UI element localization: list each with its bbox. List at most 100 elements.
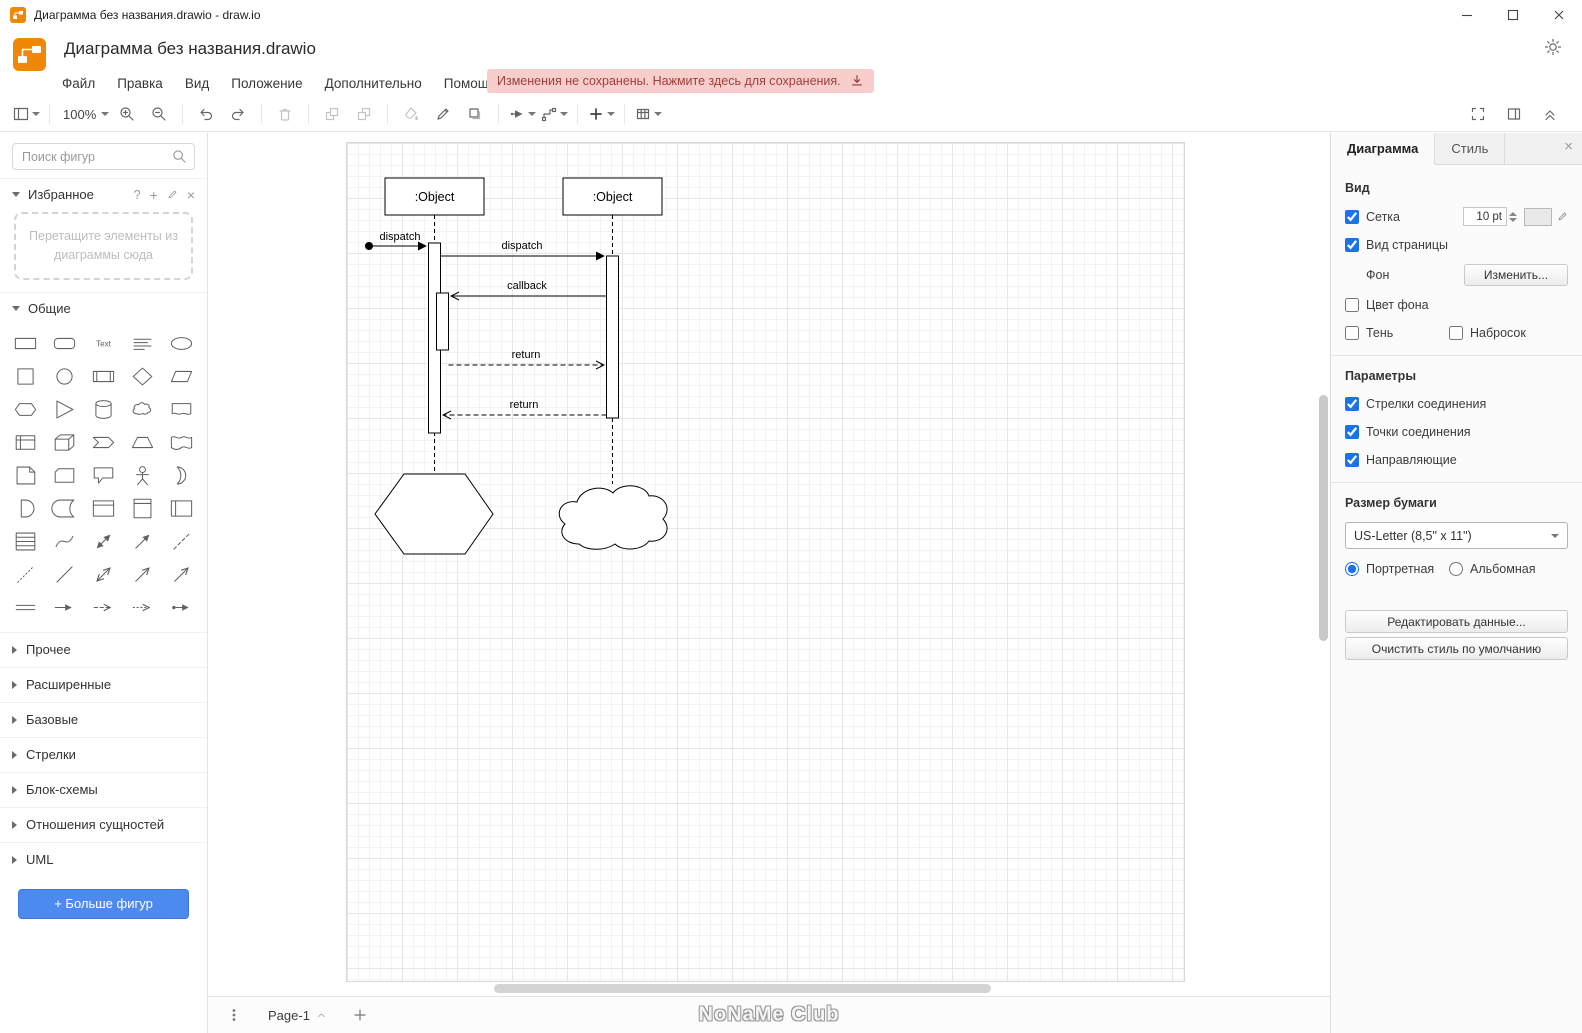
grid-size-input[interactable]: 10 pt (1463, 207, 1507, 226)
background-color-checkbox[interactable] (1345, 298, 1359, 312)
edit-pencil-icon[interactable] (1557, 211, 1568, 222)
general-section-header[interactable]: Общие (0, 291, 207, 324)
shape-cylinder[interactable] (84, 393, 123, 426)
shape-rectangle[interactable] (6, 327, 45, 360)
shape-bidirectional-connector[interactable] (84, 558, 123, 591)
favorites-drop-area[interactable]: Перетащите элементы из диаграммы сюда (14, 212, 193, 280)
sidebar-section-2[interactable]: Базовые (0, 701, 207, 737)
grid-checkbox[interactable] (1345, 209, 1359, 224)
shape-rounded-rectangle[interactable] (45, 327, 84, 360)
activation-bar-nested[interactable] (436, 292, 449, 351)
shape-actor[interactable] (123, 459, 162, 492)
shape-dotted-line[interactable] (6, 558, 45, 591)
shape-bidirectional-arrow[interactable] (84, 525, 123, 558)
shape-cube[interactable] (45, 426, 84, 459)
edit-pencil-icon[interactable] (167, 189, 178, 200)
shape-card[interactable] (45, 459, 84, 492)
menu-file[interactable]: Файл (62, 76, 95, 91)
vertical-scrollbar[interactable] (1319, 395, 1328, 641)
grid-size-stepper[interactable] (1509, 211, 1517, 222)
shape-note[interactable] (6, 459, 45, 492)
add-page-button[interactable] (344, 1002, 376, 1028)
shape-internal-storage[interactable] (6, 426, 45, 459)
shape-arrow[interactable] (123, 525, 162, 558)
table-dropdown[interactable] (632, 101, 664, 127)
connection-style-dropdown[interactable] (506, 101, 538, 127)
menu-view[interactable]: Вид (185, 76, 209, 91)
fullscreen-button[interactable] (1462, 101, 1494, 127)
minimize-button[interactable] (1444, 0, 1490, 30)
shape-directional-connector[interactable] (123, 558, 162, 591)
shape-and[interactable] (6, 492, 45, 525)
favorites-close-button[interactable]: × (187, 187, 195, 203)
tab-diagram[interactable]: Диаграмма (1331, 133, 1436, 165)
drawing-page[interactable]: :Object :Object dispatch dispatch callba… (346, 142, 1185, 982)
unsaved-changes-banner[interactable]: Изменения не сохранены. Нажмите здесь дл… (487, 69, 874, 93)
shape-process[interactable] (84, 360, 123, 393)
shape-step[interactable] (84, 426, 123, 459)
format-panel-toggle-button[interactable] (1498, 101, 1530, 127)
shape-cloud[interactable] (123, 393, 162, 426)
favorites-add-button[interactable]: + (150, 187, 158, 203)
horizontal-scrollbar[interactable] (494, 984, 991, 993)
to-front-button[interactable] (316, 101, 348, 127)
landscape-radio[interactable] (1449, 562, 1463, 576)
menu-arrange[interactable]: Положение (231, 76, 302, 91)
shape-arrow-connector[interactable] (45, 591, 84, 624)
found-message-dot[interactable] (365, 242, 373, 250)
connection-points-checkbox[interactable] (1345, 425, 1359, 439)
shape-circle[interactable] (45, 360, 84, 393)
panel-close-icon[interactable]: × (1564, 139, 1573, 154)
shape-list[interactable] (6, 525, 45, 558)
page-tab[interactable]: Page-1 (256, 997, 338, 1033)
shape-horizontal-container[interactable] (162, 492, 201, 525)
shadow-checkbox[interactable] (1345, 326, 1359, 340)
fill-color-button[interactable] (395, 101, 427, 127)
shape-or[interactable] (162, 459, 201, 492)
shape-diamond[interactable] (123, 360, 162, 393)
shape-dashed-line[interactable] (162, 525, 201, 558)
shape-dashed-connector[interactable] (84, 591, 123, 624)
guides-checkbox[interactable] (1345, 453, 1359, 467)
more-shapes-button[interactable]: + Больше фигур (18, 888, 189, 919)
shape-curve[interactable] (45, 525, 84, 558)
sidebar-section-5[interactable]: Отношения сущностей (0, 806, 207, 842)
shape-container[interactable] (84, 492, 123, 525)
shape-trapezoid[interactable] (123, 426, 162, 459)
insert-dropdown[interactable] (585, 101, 617, 127)
sidebar-section-6[interactable]: UML (0, 841, 207, 877)
pages-menu-button[interactable] (218, 1002, 250, 1028)
sidebar-section-4[interactable]: Блок-схемы (0, 771, 207, 807)
uml-sequence-diagram[interactable]: :Object :Object dispatch dispatch callba… (347, 143, 687, 567)
shape-text[interactable]: Text (84, 327, 123, 360)
close-button[interactable] (1536, 0, 1582, 30)
shape-vertical-container[interactable] (123, 492, 162, 525)
page-view-dropdown[interactable] (10, 101, 42, 127)
menu-edit[interactable]: Правка (117, 76, 163, 91)
shape-link[interactable] (6, 591, 45, 624)
shape-textbox[interactable] (123, 327, 162, 360)
undo-button[interactable] (190, 101, 222, 127)
favorites-help-button[interactable]: ? (134, 188, 141, 202)
canvas[interactable]: :Object :Object dispatch dispatch callba… (208, 133, 1330, 996)
shape-triangle[interactable] (45, 393, 84, 426)
shape-square[interactable] (6, 360, 45, 393)
search-input[interactable] (12, 143, 195, 170)
maximize-button[interactable] (1490, 0, 1536, 30)
paper-size-select[interactable]: US-Letter (8,5" x 11") (1345, 522, 1568, 549)
tab-style[interactable]: Стиль (1435, 133, 1506, 164)
shape-hexagon[interactable] (6, 393, 45, 426)
shape-ellipse[interactable] (162, 327, 201, 360)
shape-tape[interactable] (162, 426, 201, 459)
clear-default-style-button[interactable]: Очистить стиль по умолчанию (1345, 637, 1568, 660)
to-back-button[interactable] (348, 101, 380, 127)
favorites-section-header[interactable]: Избранное ? + × (0, 178, 207, 210)
shape-labeled-connector[interactable] (162, 591, 201, 624)
shape-dotted-connector[interactable] (123, 591, 162, 624)
activation-bar-2[interactable] (606, 255, 619, 419)
zoom-in-button[interactable] (111, 101, 143, 127)
shape-data-storage[interactable] (45, 492, 84, 525)
sidebar-section-3[interactable]: Стрелки (0, 736, 207, 772)
edit-data-button[interactable]: Редактировать данные... (1345, 610, 1568, 633)
connection-arrows-checkbox[interactable] (1345, 397, 1359, 411)
